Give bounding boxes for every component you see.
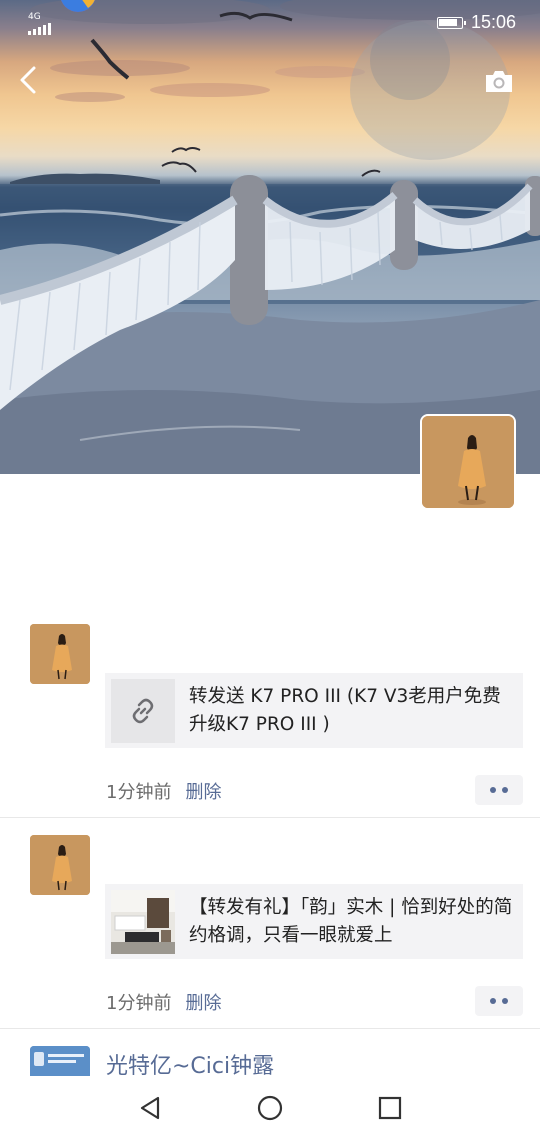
more-options-button[interactable] [475, 986, 523, 1016]
status-right: 15:06 [436, 12, 516, 33]
divider [0, 1028, 540, 1029]
cover-photo[interactable]: 4G 15:06 [0, 0, 540, 474]
system-navbar [0, 1076, 540, 1140]
signal-icon [28, 23, 51, 35]
back-triangle-icon[interactable] [134, 1092, 166, 1124]
shared-link-card[interactable]: 转发送 K7 PRO III (K7 V3老用户免费升级K7 PRO III ) [105, 673, 523, 748]
post-avatar[interactable] [30, 624, 90, 684]
cover-scene [0, 0, 540, 474]
home-circle-icon[interactable] [254, 1092, 286, 1124]
post-avatar[interactable] [30, 1046, 90, 1076]
post-meta: 1分钟前 删除 [106, 778, 221, 804]
link-title: 转发送 K7 PRO III (K7 V3老用户免费升级K7 PRO III ) [189, 685, 501, 735]
recents-square-icon[interactable] [374, 1092, 406, 1124]
battery-icon [436, 16, 466, 29]
signal-text: 4G [28, 12, 41, 22]
link-thumbnail [111, 678, 175, 743]
dot-icon [502, 998, 508, 1004]
avatar-woman-figure [30, 624, 90, 684]
signal-indicator: 4G [28, 12, 56, 38]
more-options-button[interactable] [475, 775, 523, 805]
profile-avatar[interactable] [420, 414, 516, 510]
post-time: 1分钟前 [106, 782, 172, 803]
divider [0, 817, 540, 818]
furniture-image [111, 889, 175, 954]
post-meta: 1分钟前 删除 [106, 989, 221, 1015]
dot-icon [490, 787, 496, 793]
post-time: 1分钟前 [106, 993, 172, 1014]
delete-button[interactable]: 删除 [185, 782, 221, 803]
camera-icon[interactable] [484, 68, 514, 94]
avatar-woman-figure [422, 416, 514, 508]
post-avatar[interactable] [30, 835, 90, 895]
avatar-app-screenshot [30, 1046, 90, 1076]
chevron-left-icon[interactable] [14, 62, 46, 98]
delete-button[interactable]: 删除 [185, 993, 221, 1014]
link-title: 【转发有礼】「韵」实木 | 恰到好处的简约格调，只看一眼就爱上 [189, 896, 513, 946]
furniture-thumbnail [111, 889, 175, 954]
avatar-woman-figure [30, 835, 90, 895]
status-time: 15:06 [470, 12, 516, 32]
dot-icon [502, 787, 508, 793]
dot-icon [490, 998, 496, 1004]
shared-link-card[interactable]: 【转发有礼】「韵」实木 | 恰到好处的简约格调，只看一眼就爱上 [105, 884, 523, 959]
link-icon [132, 698, 154, 723]
